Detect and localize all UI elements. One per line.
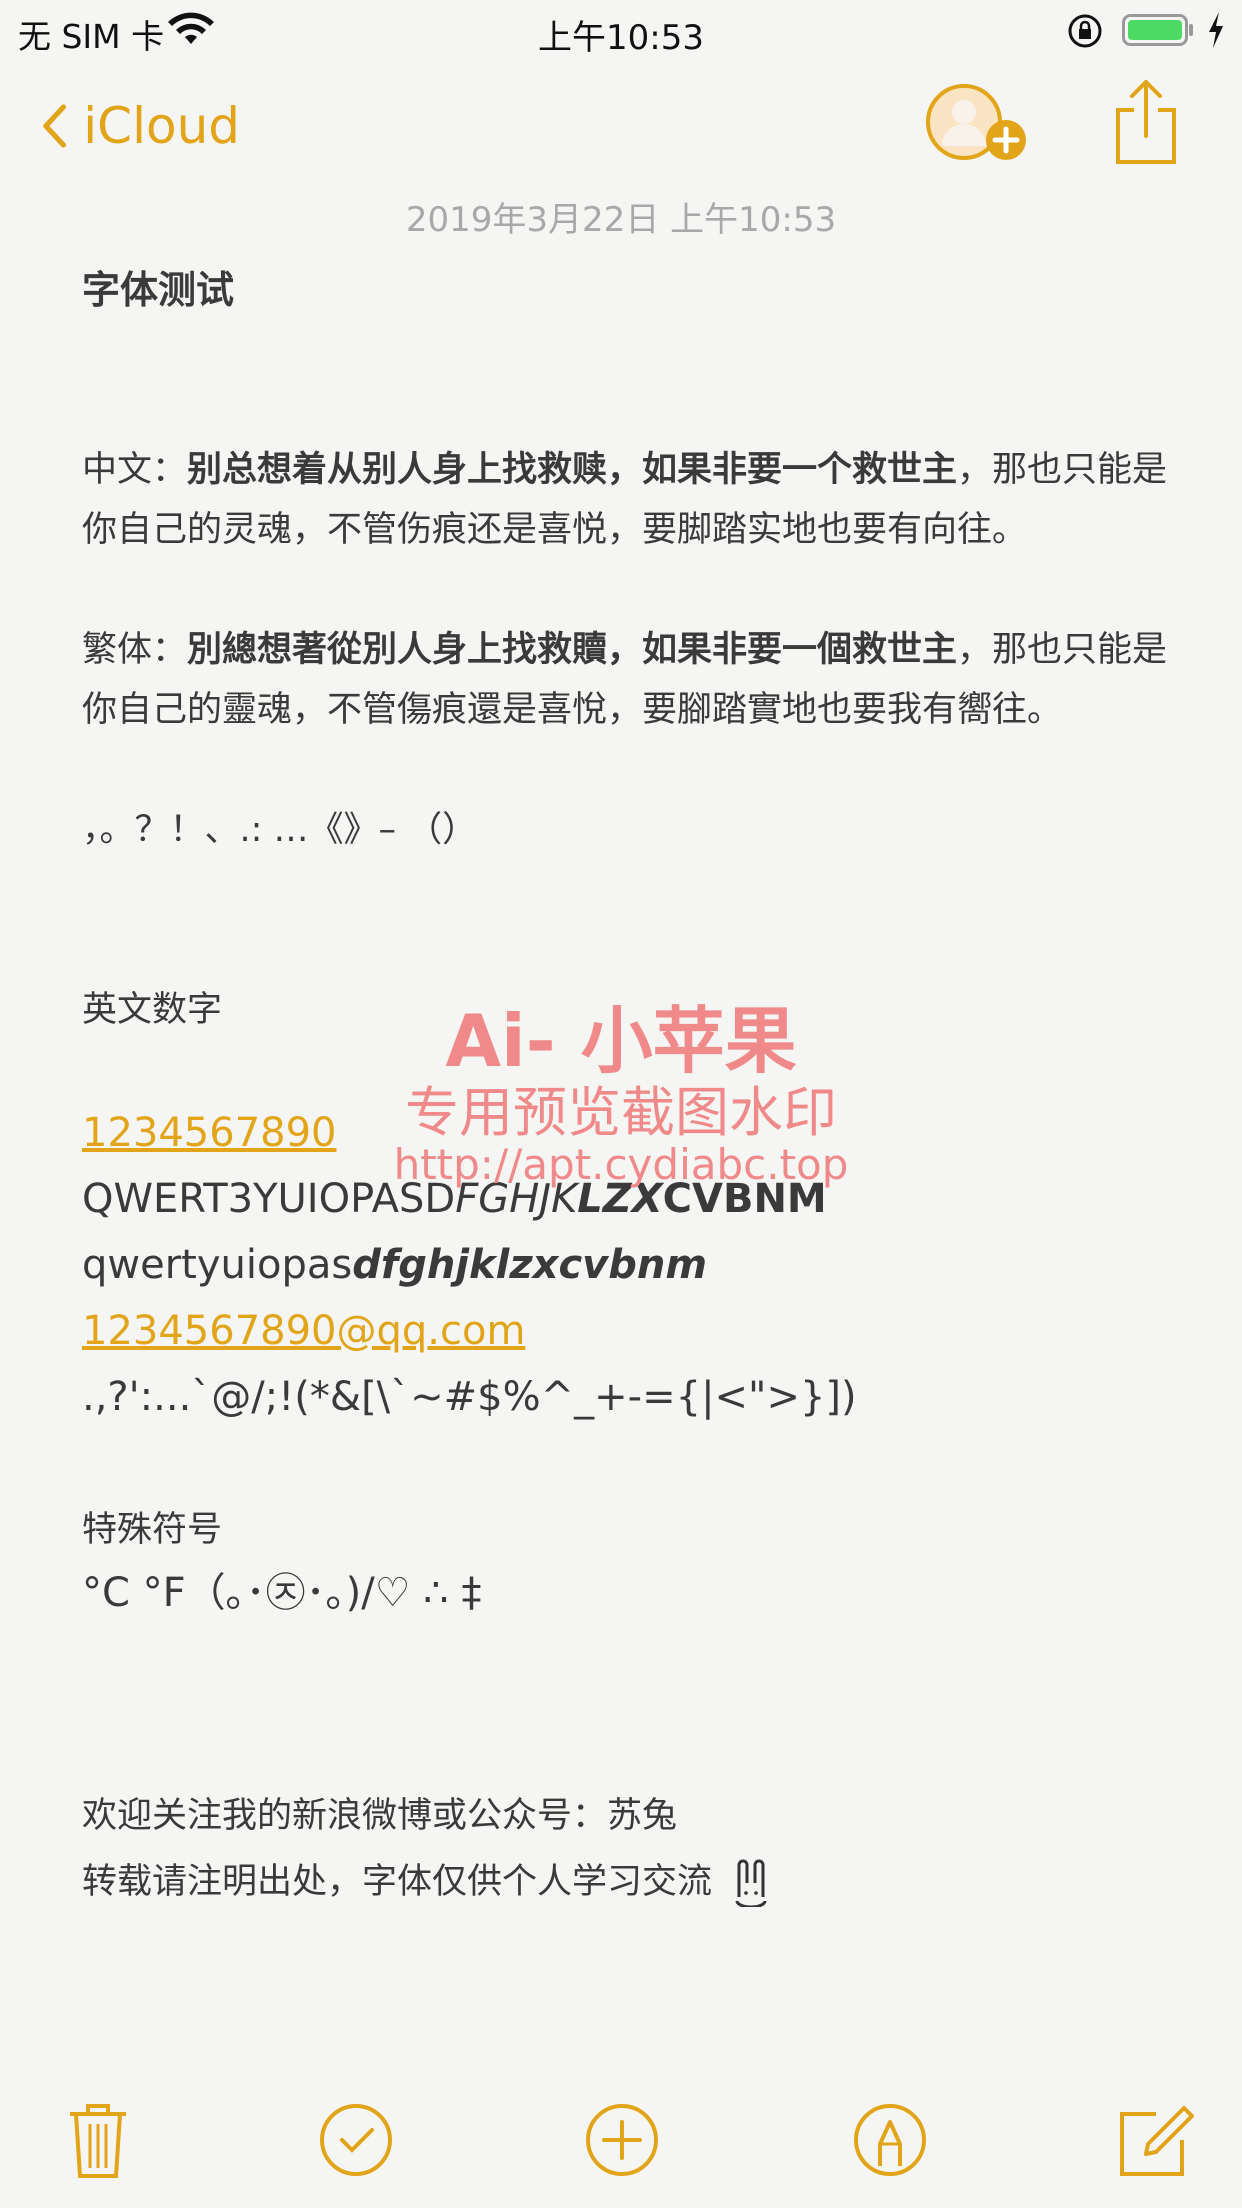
add-person-icon[interactable] <box>924 82 1030 164</box>
zh-paragraph: 中文：别总想着从别人身上找救赎，如果非要一个救世主，那也只能是 <box>82 440 1182 500</box>
lower-plain: qwertyuiopas <box>82 1242 353 1288</box>
checklist-button[interactable] <box>316 2100 396 2180</box>
back-label: iCloud <box>83 97 240 155</box>
zht-line2: 你自己的靈魂，不管傷痕還是喜悅，要腳踏實地也要我有嚮往。 <box>82 690 1063 730</box>
punctuation-line: ，。？！、.: …《》– （） <box>82 810 478 850</box>
note-title: 字体测试 <box>82 268 235 312</box>
markup-button[interactable] <box>850 2100 930 2180</box>
delete-button[interactable] <box>58 2100 138 2180</box>
add-button[interactable] <box>582 2100 662 2180</box>
email-link[interactable]: 1234567890@qq.com <box>82 1298 1182 1364</box>
charging-icon <box>1209 12 1223 48</box>
status-time: 上午10:53 <box>538 18 704 58</box>
watermark-url: http://apt.cydiabc.top <box>393 1140 849 1189</box>
special-symbols: °C °F（｡･㉨･｡)/♡ ∴ ‡ <box>82 1570 482 1616</box>
lower-bold-italic: dfghjklzxcvbnm <box>352 1242 708 1288</box>
compose-icon <box>1120 2106 1194 2176</box>
rotation-lock-icon <box>1068 14 1102 48</box>
trash-icon <box>70 2104 126 2178</box>
compose-button[interactable] <box>1116 2100 1196 2180</box>
note-timestamp: 2019年3月22日 上午10:53 <box>405 200 837 240</box>
zht-bold-text: 別總想著從別人身上找救贖，如果非要一個救世主 <box>187 630 958 670</box>
zht-rest-text: ，那也只能是 <box>957 630 1168 670</box>
zht-label: 繁体： <box>82 630 188 670</box>
repost-line: 转载请注明出处，字体仅供个人学习交流 <box>82 1852 1182 1912</box>
zh-line2: 你自己的灵魂，不管伤痕还是喜悦，要脚踏实地也要有向往。 <box>82 510 1028 550</box>
zht-paragraph: 繁体：別總想著從別人身上找救贖，如果非要一個救世主，那也只能是 <box>82 620 1182 680</box>
symbols-line: .,?':...`@/;!(*&[\`~#$%^_+-={|<">}]) <box>82 1374 857 1420</box>
bunny-icon <box>735 1859 767 1909</box>
zh-label: 中文： <box>82 450 188 490</box>
watermark-subtitle: 专用预览截图水印 <box>405 1081 837 1144</box>
chevron-left-icon <box>43 104 66 148</box>
repost-text: 转载请注明出处，字体仅供个人学习交流 <box>82 1862 713 1902</box>
back-button[interactable]: iCloud <box>40 88 240 164</box>
status-bar: 无 SIM 卡 上午10:53 <box>0 0 1242 60</box>
add-icon <box>586 2104 658 2176</box>
special-heading: 特殊符号 <box>82 1510 223 1550</box>
markup-icon <box>854 2104 926 2176</box>
battery-icon <box>1122 14 1193 46</box>
follow-line: 欢迎关注我的新浪微博或公众号：苏兔 <box>82 1796 678 1836</box>
zh-rest-text: ，那也只能是 <box>957 450 1168 490</box>
zh-bold-text: 别总想着从别人身上找救赎，如果非要一个救世主 <box>187 450 958 490</box>
lowercase-line: qwertyuiopasdfghjklzxcvbnm <box>82 1232 1182 1298</box>
share-icon[interactable] <box>1112 78 1180 168</box>
checklist-icon <box>320 2104 392 2176</box>
